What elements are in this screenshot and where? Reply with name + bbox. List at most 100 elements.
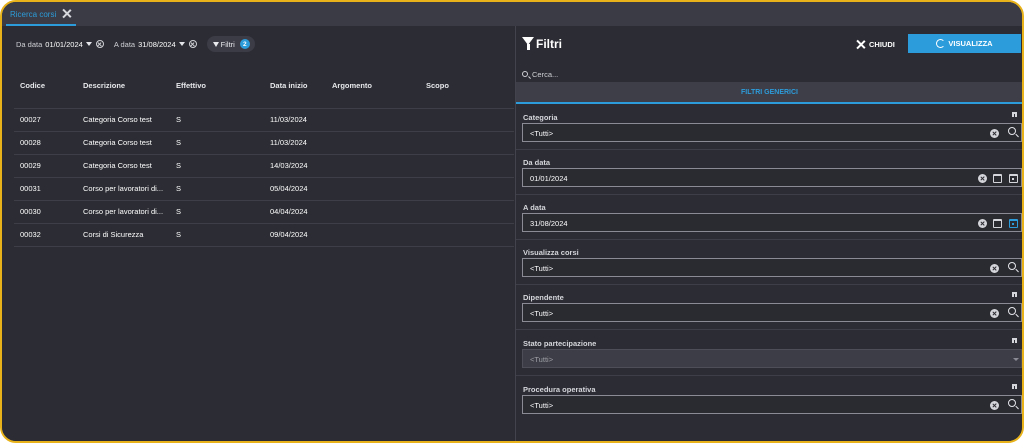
- field-value: <Tutti>: [530, 309, 554, 318]
- da-data-input[interactable]: 01/01/2024: [522, 168, 1022, 187]
- cell-data-inizio: 14/03/2024: [264, 154, 326, 178]
- field-value: 31/08/2024: [530, 219, 568, 228]
- clear-icon[interactable]: [990, 309, 999, 318]
- field-procedura-operativa: Procedura operativa <Tutti>: [516, 378, 1022, 422]
- table-row[interactable]: 00027 Categoria Corso test S 11/03/2024: [14, 108, 514, 132]
- clear-icon[interactable]: [978, 219, 987, 228]
- column-header-codice[interactable]: Codice: [14, 72, 77, 109]
- show-button-label: VISUALIZZA: [948, 39, 993, 48]
- cell-codice: 00030: [14, 200, 77, 224]
- multi-select-icon[interactable]: [1012, 338, 1018, 344]
- divider: [516, 284, 1022, 285]
- chevron-down-icon: [1013, 358, 1019, 361]
- cell-effettivo: S: [170, 154, 264, 178]
- categoria-input[interactable]: <Tutti>: [522, 123, 1022, 142]
- column-header-descrizione[interactable]: Descrizione: [77, 72, 170, 109]
- cell-effettivo: S: [170, 131, 264, 155]
- column-header-effettivo[interactable]: Effettivo: [170, 72, 264, 109]
- search-icon[interactable]: [1008, 262, 1016, 270]
- field-visualizza-corsi: Visualizza corsi <Tutti>: [516, 241, 1022, 285]
- dipendente-input[interactable]: <Tutti>: [522, 303, 1022, 322]
- clear-icon[interactable]: [978, 174, 987, 183]
- cell-argomento: [326, 154, 420, 178]
- clear-icon[interactable]: [188, 40, 197, 48]
- close-button-label: CHIUDI: [869, 39, 895, 49]
- from-date-chip[interactable]: Da data 01/01/2024: [16, 40, 104, 49]
- field-value: <Tutti>: [530, 264, 554, 273]
- filters-panel: Filtri CHIUDI VISUALIZZA Cerca... FILTRI…: [515, 26, 1022, 441]
- column-header-data-inizio[interactable]: Data inizio: [264, 72, 326, 109]
- calendar-icon[interactable]: [993, 219, 1002, 228]
- table-row[interactable]: 00031 Corso per lavoratori di... S 05/04…: [14, 177, 514, 201]
- search-input[interactable]: Cerca...: [532, 70, 558, 79]
- multi-select-icon[interactable]: [1012, 112, 1018, 118]
- courses-table: Codice Descrizione Effettivo Data inizio…: [14, 72, 514, 247]
- calendar-today-icon[interactable]: [1009, 174, 1018, 183]
- divider: [516, 149, 1022, 150]
- filters-panel-title: Filtri: [536, 37, 562, 51]
- search-icon[interactable]: [1008, 127, 1016, 135]
- cell-argomento: [326, 223, 420, 247]
- cell-codice: 00027: [14, 108, 77, 132]
- cell-codice: 00031: [14, 177, 77, 201]
- multi-select-icon[interactable]: [1012, 292, 1018, 298]
- column-header-scopo[interactable]: Scopo: [420, 72, 514, 109]
- cell-argomento: [326, 200, 420, 224]
- close-icon[interactable]: [62, 8, 72, 18]
- filters-label: Filtri: [220, 39, 235, 49]
- calendar-icon[interactable]: [993, 174, 1002, 183]
- clear-icon[interactable]: [990, 401, 999, 410]
- table-row[interactable]: 00032 Corsi di Sicurezza S 09/04/2024: [14, 223, 514, 247]
- tab-filtri-generici[interactable]: FILTRI GENERICI: [516, 82, 1022, 104]
- clear-icon[interactable]: [95, 40, 104, 48]
- filter-bar: Da data 01/01/2024 A data 31/08/2024 Fil…: [16, 36, 255, 52]
- field-label: Da data: [523, 158, 551, 167]
- cell-scopo: [420, 200, 514, 224]
- divider: [516, 194, 1022, 195]
- cell-argomento: [326, 131, 420, 155]
- field-categoria: Categoria <Tutti>: [516, 106, 1022, 150]
- cell-argomento: [326, 177, 420, 201]
- cell-descrizione: Corso per lavoratori di...: [77, 177, 170, 201]
- clear-icon[interactable]: [990, 129, 999, 138]
- results-panel: Da data 01/01/2024 A data 31/08/2024 Fil…: [2, 26, 514, 441]
- to-date-label: A data: [113, 39, 136, 49]
- a-data-input[interactable]: 31/08/2024: [522, 213, 1022, 232]
- field-value: 01/01/2024: [530, 174, 568, 183]
- clear-icon[interactable]: [990, 264, 999, 273]
- filter-count-badge: 2: [239, 39, 250, 49]
- from-date-value: 01/01/2024: [45, 39, 83, 49]
- cell-scopo: [420, 177, 514, 201]
- show-button[interactable]: VISUALIZZA: [908, 34, 1021, 53]
- close-button[interactable]: CHIUDI: [856, 36, 895, 52]
- multi-select-icon[interactable]: [1012, 384, 1018, 390]
- column-header-argomento[interactable]: Argomento: [326, 72, 420, 109]
- search-icon[interactable]: [1008, 307, 1016, 315]
- field-dipendente: Dipendente <Tutti>: [516, 286, 1022, 330]
- cell-data-inizio: 11/03/2024: [264, 108, 326, 132]
- field-da-data: Da data 01/01/2024: [516, 151, 1022, 195]
- tab-ricerca-corsi[interactable]: Ricerca corsi: [6, 4, 76, 26]
- visualizza-corsi-input[interactable]: <Tutti>: [522, 258, 1022, 277]
- chevron-down-icon[interactable]: [178, 42, 185, 46]
- app-window: Ricerca corsi Da data 01/01/2024 A data …: [0, 0, 1024, 443]
- filter-search[interactable]: Cerca...: [522, 68, 1012, 80]
- tab-bar: Ricerca corsi: [2, 2, 1022, 26]
- filters-button[interactable]: Filtri 2: [206, 36, 255, 52]
- table-header-row: Codice Descrizione Effettivo Data inizio…: [14, 72, 514, 109]
- cell-data-inizio: 09/04/2024: [264, 223, 326, 247]
- calendar-today-icon[interactable]: [1009, 219, 1018, 228]
- to-date-chip[interactable]: A data 31/08/2024: [114, 40, 197, 49]
- cell-argomento: [326, 108, 420, 132]
- filter-icon: [522, 37, 534, 50]
- cell-effettivo: S: [170, 108, 264, 132]
- to-date-value: 31/08/2024: [138, 39, 176, 49]
- table-row[interactable]: 00029 Categoria Corso test S 14/03/2024: [14, 154, 514, 178]
- table-row[interactable]: 00030 Corso per lavoratori di... S 04/04…: [14, 200, 514, 224]
- table-row[interactable]: 00028 Categoria Corso test S 11/03/2024: [14, 131, 514, 155]
- chevron-down-icon[interactable]: [85, 42, 92, 46]
- procedura-operativa-input[interactable]: <Tutti>: [522, 395, 1022, 414]
- field-label: Dipendente: [523, 293, 564, 302]
- cell-descrizione: Categoria Corso test: [77, 154, 170, 178]
- search-icon[interactable]: [1008, 399, 1016, 407]
